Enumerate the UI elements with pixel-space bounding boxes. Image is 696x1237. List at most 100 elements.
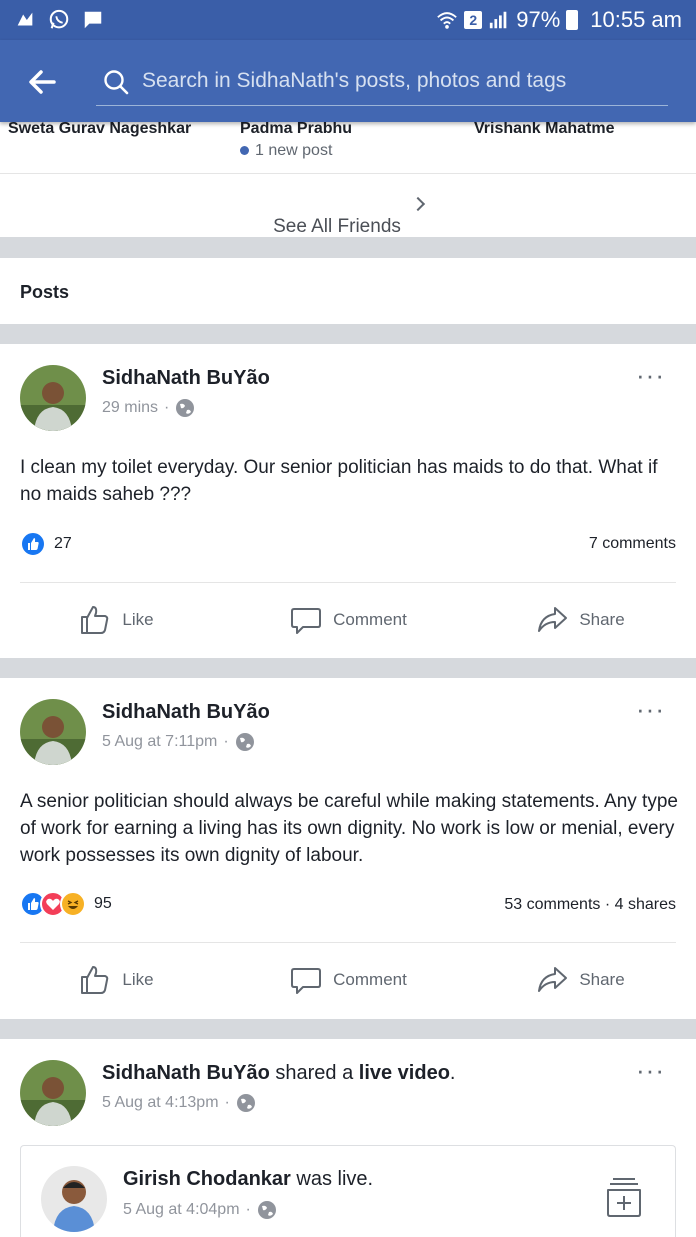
search-header: Search in SidhaNath's posts, photos and …	[0, 40, 696, 122]
section-divider	[0, 1019, 696, 1039]
activity-object[interactable]: live video	[359, 1062, 450, 1084]
meta-separator: ·	[224, 1094, 230, 1111]
like-reaction-icon	[20, 531, 46, 557]
post-actions: Like Comment Share	[0, 585, 696, 655]
back-arrow-icon[interactable]	[22, 62, 62, 102]
like-label: Like	[122, 970, 154, 989]
post-author[interactable]: SidhaNath BuYão	[102, 367, 270, 390]
meta-separator: ·	[604, 896, 615, 913]
reaction-count: 95	[94, 895, 112, 912]
avatar-image	[20, 1060, 86, 1126]
friend-name[interactable]: Sweta Gurav Nageshkar	[8, 120, 191, 138]
like-label: Like	[122, 610, 154, 629]
reaction-summary[interactable]: 27	[20, 531, 72, 557]
avatar[interactable]	[20, 1060, 86, 1126]
new-post-badge: 1 new post	[240, 142, 332, 160]
message-icon	[84, 11, 102, 29]
post-card: SidhaNath BuYão 5 Aug at 7:11pm · ··· A …	[0, 678, 696, 1019]
like-icon	[81, 606, 109, 634]
comment-icon	[291, 608, 322, 634]
shared-author[interactable]: Girish Chodankar	[123, 1168, 291, 1190]
avatar-image	[20, 699, 86, 765]
signal-icon	[490, 11, 507, 29]
meta-separator: ·	[164, 399, 170, 416]
share-count: 4 shares	[614, 896, 676, 913]
share-button[interactable]: Share	[464, 945, 696, 1015]
post-headline: SidhaNath BuYão shared a live video.	[102, 1062, 455, 1085]
clock: 10:55 am	[590, 7, 682, 32]
comment-label: Comment	[333, 970, 407, 989]
section-divider	[0, 658, 696, 678]
comment-icon	[291, 968, 322, 994]
search-placeholder: Search in SidhaNath's posts, photos and …	[142, 69, 567, 92]
activity-suffix: .	[449, 1062, 456, 1084]
battery-icon	[566, 10, 579, 30]
avatar-image	[41, 1166, 107, 1232]
post-author[interactable]: SidhaNath BuYão	[102, 701, 270, 724]
posts-header: Posts	[0, 258, 696, 324]
comment-button[interactable]: Comment	[232, 945, 464, 1015]
engagement-counts[interactable]: 53 comments · 4 shares	[504, 896, 676, 914]
chevron-right-icon	[410, 196, 425, 212]
friend-name[interactable]: Vrishank Mahatme	[474, 120, 615, 138]
section-divider	[0, 237, 696, 258]
new-post-dot	[240, 146, 249, 156]
search-input[interactable]: Search in SidhaNath's posts, photos and …	[96, 60, 668, 106]
globe-icon	[176, 399, 195, 417]
reaction-summary[interactable]: 95	[20, 891, 112, 917]
more-options-icon[interactable]: ···	[636, 1055, 665, 1086]
globe-icon	[235, 733, 254, 751]
divider	[20, 942, 676, 943]
usb-debug-icon	[17, 12, 33, 26]
shared-post-card[interactable]: Girish Chodankar was live. 5 Aug at 4:04…	[20, 1145, 676, 1237]
see-all-label: See All Friends	[273, 216, 401, 237]
shared-time[interactable]: 5 Aug at 4:04pm	[123, 1201, 240, 1219]
whatsapp-icon	[49, 9, 69, 29]
more-options-icon[interactable]: ···	[636, 694, 665, 725]
like-button[interactable]: Like	[0, 945, 232, 1015]
friends-strip: Sweta Gurav Nageshkar Padma Prabhu Vrish…	[0, 116, 696, 172]
post-text: A senior politician should always be car…	[20, 791, 678, 866]
comment-count[interactable]: 7 comments	[589, 535, 676, 553]
post-actions: Like Comment Share	[0, 945, 696, 1015]
more-options-icon[interactable]: ···	[636, 360, 665, 391]
share-button[interactable]: Share	[464, 585, 696, 655]
avatar[interactable]	[20, 699, 86, 765]
like-icon	[81, 966, 109, 994]
post-card: SidhaNath BuYão 29 mins · ··· I clean my…	[0, 344, 696, 658]
battery-percent: 97%	[516, 7, 561, 32]
status-bar: 2 97% 10:55 am	[0, 0, 696, 40]
globe-icon	[257, 1201, 276, 1219]
divider	[20, 582, 676, 583]
see-all-friends-button[interactable]: See All Friends	[0, 173, 696, 237]
post-text: I clean my toilet everyday. Our senior p…	[20, 457, 658, 505]
comment-label: Comment	[333, 610, 407, 629]
post-time[interactable]: 5 Aug at 7:11pm	[102, 733, 217, 751]
post-author[interactable]: SidhaNath BuYão	[102, 1062, 270, 1084]
post-time[interactable]: 29 mins	[102, 399, 158, 417]
sim-slot-badge: 2	[464, 11, 483, 29]
share-icon	[538, 607, 568, 632]
activity-prefix: shared a	[275, 1062, 354, 1084]
shared-avatar[interactable]	[41, 1166, 107, 1232]
share-label: Share	[579, 610, 625, 629]
meta-separator: ·	[223, 733, 229, 750]
share-label: Share	[579, 970, 625, 989]
friend-name[interactable]: Padma Prabhu	[240, 120, 352, 138]
shared-headline: Girish Chodankar was live.	[123, 1168, 373, 1191]
shared-activity: was live.	[296, 1168, 374, 1190]
section-title: Posts	[20, 282, 70, 302]
avatar-image	[20, 365, 86, 431]
comment-count: 53 comments	[504, 896, 601, 913]
section-divider	[0, 324, 696, 344]
new-post-label: 1 new post	[255, 142, 333, 159]
globe-icon	[236, 1094, 255, 1112]
like-button[interactable]: Like	[0, 585, 232, 655]
save-icon[interactable]	[601, 1174, 647, 1220]
haha-reaction-icon	[60, 891, 86, 917]
search-icon	[104, 70, 129, 95]
avatar[interactable]	[20, 365, 86, 431]
wifi-icon	[437, 12, 457, 29]
comment-button[interactable]: Comment	[232, 585, 464, 655]
post-time[interactable]: 5 Aug at 4:13pm	[102, 1094, 219, 1112]
